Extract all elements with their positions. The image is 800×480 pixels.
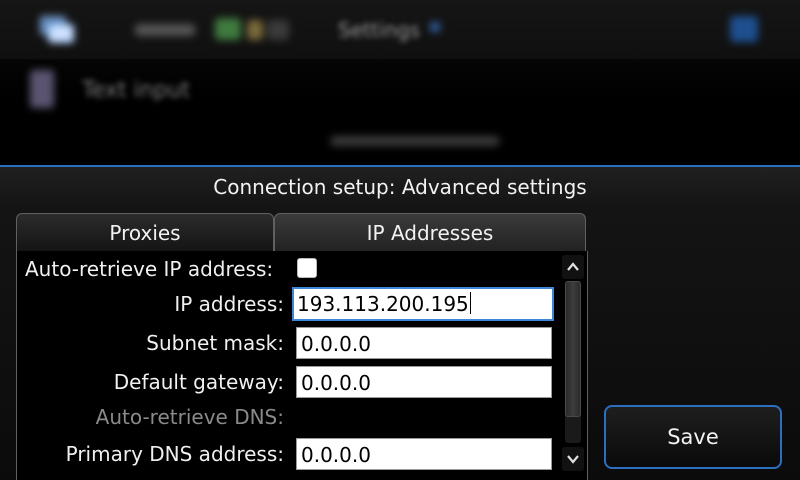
ip-address-field[interactable]: 193.113.200.195	[292, 287, 554, 321]
background-header-title: Settings	[338, 18, 421, 42]
tab-ip-addresses[interactable]: IP Addresses	[274, 213, 586, 251]
subnet-mask-field[interactable]: 0.0.0.0	[296, 327, 552, 359]
chevron-down-icon	[567, 455, 579, 464]
subnet-mask-row: Subnet mask: 0.0.0.0	[17, 327, 562, 363]
screen: Settings Text input Connection setup: Ad…	[0, 0, 800, 480]
tab-proxies[interactable]: Proxies	[16, 213, 274, 251]
auto-retrieve-dns-label: Auto-retrieve DNS:	[95, 405, 284, 429]
ip-address-label: IP address:	[174, 292, 284, 316]
scroll-up-button[interactable]	[562, 255, 584, 279]
background-blur-element	[330, 136, 500, 146]
auto-retrieve-ip-label: Auto-retrieve IP address:	[25, 257, 274, 281]
primary-dns-label: Primary DNS address:	[65, 442, 284, 466]
background-list-item: Text input	[82, 78, 191, 103]
subnet-mask-label: Subnet mask:	[146, 331, 284, 355]
chevron-down-icon	[430, 22, 440, 32]
default-gateway-field[interactable]: 0.0.0.0	[296, 366, 552, 398]
tab-ip-addresses-label: IP Addresses	[366, 220, 494, 245]
default-gateway-label: Default gateway:	[113, 370, 284, 394]
ip-addresses-panel: Auto-retrieve IP address: IP address: 19…	[16, 251, 588, 480]
subnet-mask-value: 0.0.0.0	[301, 332, 371, 356]
dialog-title: Connection setup: Advanced settings	[213, 175, 587, 199]
status-indicators	[135, 14, 295, 44]
auto-retrieve-ip-row: Auto-retrieve IP address:	[17, 253, 562, 289]
default-gateway-value: 0.0.0.0	[301, 371, 371, 395]
task-switcher-icon	[36, 14, 76, 44]
scroll-down-button[interactable]	[562, 447, 584, 471]
auto-retrieve-dns-row: Auto-retrieve DNS:	[17, 401, 562, 437]
text-cursor	[469, 292, 471, 314]
save-button[interactable]: Save	[604, 405, 782, 469]
background-app: Settings Text input	[0, 0, 800, 165]
close-icon	[730, 16, 758, 42]
text-input-icon	[30, 70, 54, 108]
ip-address-value: 193.113.200.195	[297, 292, 469, 316]
scrollbar[interactable]	[562, 251, 584, 480]
primary-dns-value: 0.0.0.0	[301, 443, 371, 467]
default-gateway-row: Default gateway: 0.0.0.0	[17, 366, 562, 402]
tab-proxies-label: Proxies	[109, 220, 181, 245]
scroll-thumb[interactable]	[565, 281, 581, 417]
primary-dns-field[interactable]: 0.0.0.0	[296, 438, 552, 470]
auto-retrieve-ip-checkbox[interactable]	[297, 258, 317, 278]
primary-dns-row: Primary DNS address: 0.0.0.0	[17, 438, 562, 474]
chevron-up-icon	[567, 262, 579, 271]
ip-address-row: IP address: 193.113.200.195	[17, 287, 562, 324]
